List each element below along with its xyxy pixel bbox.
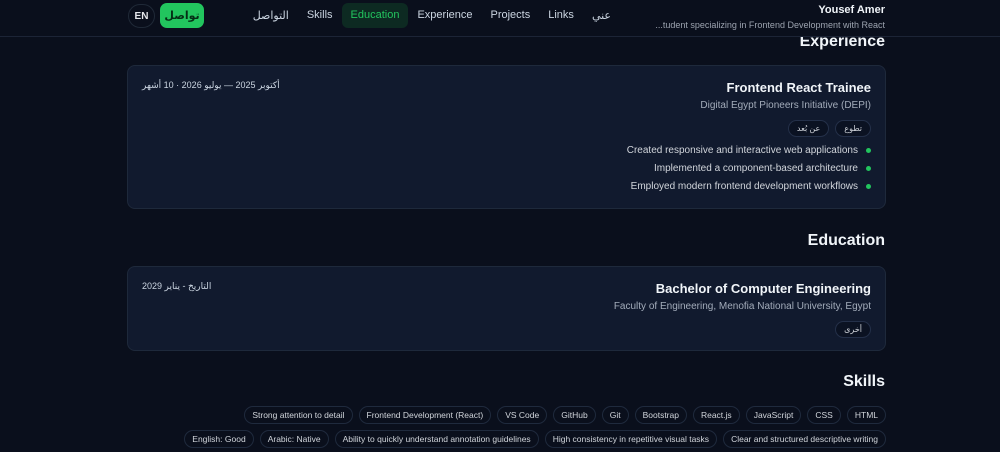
profile-name: Yousef Amer xyxy=(818,4,885,16)
bullet-dot-icon xyxy=(866,184,871,189)
bullet-item: Employed modern frontend development wor… xyxy=(142,181,871,192)
bullet-item: Implemented a component-based architectu… xyxy=(142,163,871,174)
skill-chip: Ability to quickly understand annotation… xyxy=(334,430,539,448)
top-header: EN تواصل عني Links Projects Experience E… xyxy=(0,0,1000,37)
skill-chip: English: Good xyxy=(184,430,254,448)
skill-chip: JavaScript xyxy=(745,406,802,424)
skill-chip: Strong attention to detail xyxy=(244,406,353,424)
nav-projects[interactable]: Projects xyxy=(482,3,540,28)
tag-other: أخرى xyxy=(835,321,871,338)
nav-about[interactable]: عني xyxy=(583,3,620,28)
profile-bio: ...tudent specializing in Frontend Devel… xyxy=(655,20,885,30)
education-date: التاريخ - يناير 2029 xyxy=(142,281,212,291)
skill-chip: VS Code xyxy=(497,406,548,424)
skill-chip: Arabic: Native xyxy=(259,430,329,448)
main-nav: عني Links Projects Experience Education … xyxy=(253,3,620,28)
nav-contact[interactable]: التواصل xyxy=(244,3,298,28)
job-organization: Digital Egypt Pioneers Initiative (DEPI) xyxy=(700,100,871,111)
nav-links[interactable]: Links xyxy=(539,3,583,28)
job-date: أكتوبر 2025 — يوليو 2026 · 10 أشهر xyxy=(142,80,280,90)
skill-chip: CSS xyxy=(807,406,841,424)
education-organization: Faculty of Engineering, Menofia National… xyxy=(613,301,871,312)
nav-experience[interactable]: Experience xyxy=(408,3,481,28)
skill-chip: Frontend Development (React) xyxy=(358,406,492,424)
contact-button[interactable]: تواصل xyxy=(160,3,204,28)
bullet-item: Created responsive and interactive web a… xyxy=(142,145,871,156)
skill-chip: HTML xyxy=(846,406,886,424)
profile-summary: Yousef Amer ...tudent specializing in Fr… xyxy=(655,4,885,30)
experience-card: Frontend React Trainee Digital Egypt Pio… xyxy=(127,65,886,209)
language-toggle-button[interactable]: EN xyxy=(128,4,155,28)
degree-title: Bachelor of Computer Engineering xyxy=(655,281,871,296)
bullet-dot-icon xyxy=(866,166,871,171)
bullet-text: Created responsive and interactive web a… xyxy=(626,145,858,156)
bullet-text: Employed modern frontend development wor… xyxy=(630,181,858,192)
skill-chip: React.js xyxy=(692,406,740,424)
bullet-text: Implemented a component-based architectu… xyxy=(653,163,858,174)
skills-list: HTML CSS JavaScript React.js Bootstrap G… xyxy=(180,406,886,448)
education-card: Bachelor of Computer Engineering Faculty… xyxy=(127,266,886,351)
nav-skills[interactable]: Skills xyxy=(298,3,342,28)
skill-chip: Bootstrap xyxy=(634,406,687,424)
skill-chip: Clear and structured descriptive writing xyxy=(723,430,886,448)
tag-remote: عن بُعد xyxy=(787,120,830,137)
education-heading: Education xyxy=(807,232,885,249)
skills-heading: Skills xyxy=(843,373,885,390)
skill-chip: Git xyxy=(601,406,629,424)
skill-chip: High consistency in repetitive visual ta… xyxy=(544,430,718,448)
nav-education[interactable]: Education xyxy=(341,3,409,28)
bullet-dot-icon xyxy=(866,148,871,153)
tag-volunteer: تطوع xyxy=(835,120,871,137)
skill-chip: GitHub xyxy=(553,406,596,424)
